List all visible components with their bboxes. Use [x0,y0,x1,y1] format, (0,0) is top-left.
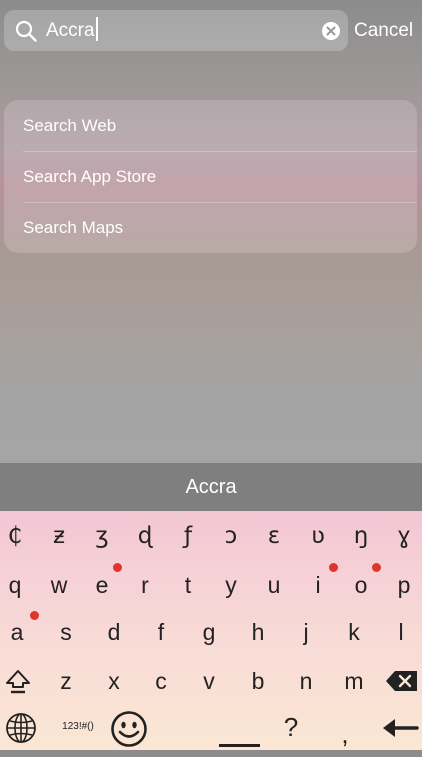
key-w[interactable]: w [39,562,79,608]
key-t[interactable]: t [168,562,208,608]
key-special-2[interactable]: ƶ [39,513,79,559]
clear-icon[interactable] [322,22,340,40]
key-special-9[interactable]: ŋ [341,513,381,559]
key-special-7[interactable]: ɛ [254,513,294,559]
emoji-icon[interactable] [110,710,148,748]
cancel-button[interactable]: Cancel [354,10,422,51]
suggestion-search-web[interactable]: Search Web [4,100,417,151]
key-special-8[interactable]: ʋ [298,513,338,559]
key-special-6[interactable]: ɔ [211,513,251,559]
key-r[interactable]: r [125,562,165,608]
key-k[interactable]: k [334,609,374,655]
key-special-3[interactable]: ʒ [82,513,122,559]
key-special-4[interactable]: ɖ [125,513,165,559]
search-icon [15,20,37,42]
key-m[interactable]: m [334,658,374,704]
key-q[interactable]: q [0,562,35,608]
key-y[interactable]: y [211,562,251,608]
keyboard: ₵ ƶ ʒ ɖ ƒ ɔ ɛ ʋ ŋ ɣ q w e r t y u i o p … [0,511,422,750]
search-suggestions-panel: Search Web Search App Store Search Maps [4,100,417,253]
key-special-5[interactable]: ƒ [168,513,208,559]
key-d[interactable]: d [94,609,134,655]
text-caret [95,17,98,42]
accent-indicator-dot [30,611,39,620]
suggestion-search-maps[interactable]: Search Maps [4,202,417,253]
key-special-1[interactable]: ₵ [0,513,35,559]
key-l[interactable]: l [381,609,421,655]
key-h[interactable]: h [238,609,278,655]
suggestion-search-app-store[interactable]: Search App Store [4,151,417,202]
key-s[interactable]: s [46,609,86,655]
accent-indicator-dot [113,563,122,572]
key-b[interactable]: b [238,658,278,704]
comma-key[interactable]: , [325,711,365,757]
prediction-suggestion[interactable]: Accra [0,463,422,511]
accent-indicator-dot [372,563,381,572]
spotlight-search-screen: Accra Cancel Search Web Search App Store… [0,0,422,750]
search-field[interactable]: Accra [4,10,348,51]
key-special-10[interactable]: ɣ [384,513,422,559]
globe-icon[interactable] [5,712,37,744]
key-x[interactable]: x [94,658,134,704]
key-v[interactable]: v [189,658,229,704]
key-z[interactable]: z [46,658,86,704]
key-u[interactable]: u [254,562,294,608]
key-g[interactable]: g [189,609,229,655]
question-key[interactable]: ? [271,704,311,750]
accent-indicator-dot [329,563,338,572]
search-query: Accra [46,20,95,41]
key-n[interactable]: n [286,658,326,704]
key-c[interactable]: c [141,658,181,704]
space-indicator [219,744,260,747]
key-f[interactable]: f [141,609,181,655]
key-j[interactable]: j [286,609,326,655]
numbers-key[interactable]: 123!#() [56,704,100,750]
backspace-icon[interactable] [385,669,419,693]
shift-icon[interactable] [4,668,32,696]
key-p[interactable]: p [384,562,422,608]
return-icon[interactable] [381,716,419,740]
search-input[interactable]: Accra [46,10,98,51]
